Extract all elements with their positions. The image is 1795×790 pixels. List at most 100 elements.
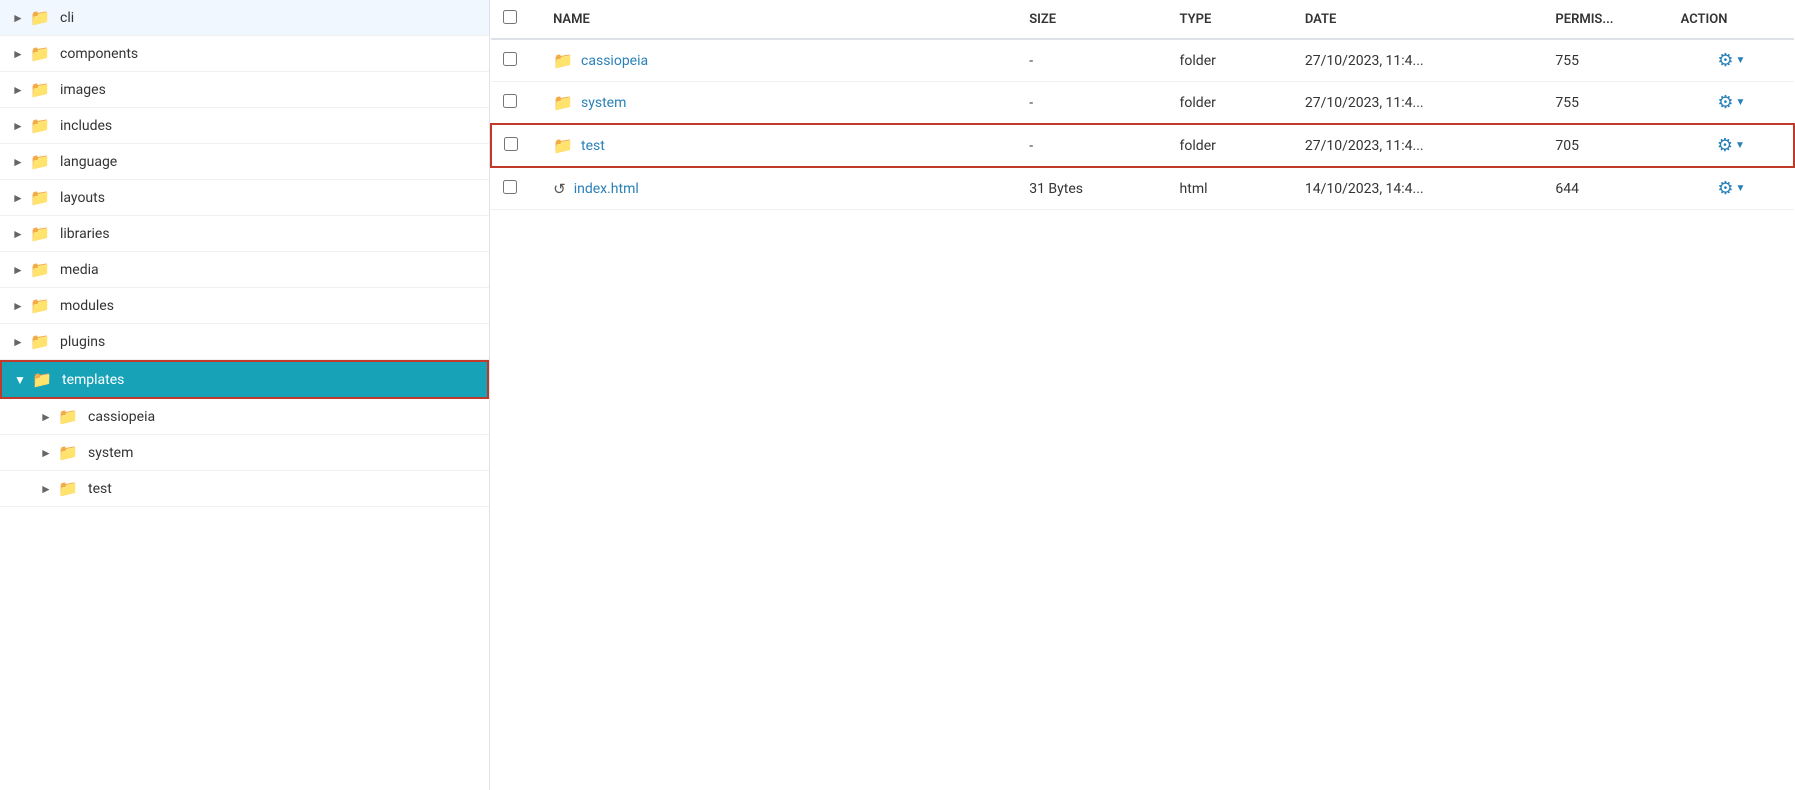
row-permissions-cell: 755 xyxy=(1543,82,1668,125)
sidebar-item-label: cli xyxy=(60,10,74,26)
row-action-cell: ⚙ ▼ xyxy=(1669,167,1794,210)
sidebar-item-system-child[interactable]: ► 📁 system xyxy=(0,435,489,471)
sidebar: ► 📁 cli ► 📁 components ► 📁 images ► 📁 in… xyxy=(0,0,490,790)
chevron-right-icon: ► xyxy=(12,119,30,133)
action-button[interactable]: ⚙ ▼ xyxy=(1717,92,1745,113)
folder-icon: 📁 xyxy=(58,443,80,462)
column-header-type: TYPE xyxy=(1168,0,1293,39)
file-icon: ↺ xyxy=(553,180,566,198)
select-all-checkbox[interactable] xyxy=(503,10,517,24)
row-type-cell: folder xyxy=(1168,124,1293,167)
sidebar-item-plugins[interactable]: ► 📁 plugins xyxy=(0,324,489,360)
row-name-cell: 📁 test xyxy=(541,124,1017,167)
folder-icon: 📁 xyxy=(553,136,573,155)
sidebar-item-libraries[interactable]: ► 📁 libraries xyxy=(0,216,489,252)
action-button[interactable]: ⚙ ▼ xyxy=(1717,178,1745,199)
caret-down-icon: ▼ xyxy=(1735,183,1745,194)
table-row: 📁 cassiopeia - folder 27/10/2023, 11:4..… xyxy=(491,39,1794,82)
folder-icon: 📁 xyxy=(30,188,52,207)
sidebar-item-media[interactable]: ► 📁 media xyxy=(0,252,489,288)
sidebar-item-label: layouts xyxy=(60,190,105,206)
sidebar-item-templates[interactable]: ▼ 📁 templates xyxy=(0,360,489,399)
row-checkbox[interactable] xyxy=(503,180,517,194)
chevron-right-icon: ► xyxy=(12,83,30,97)
row-action-cell: ⚙ ▼ xyxy=(1669,124,1794,167)
folder-icon: 📁 xyxy=(553,93,573,112)
row-name[interactable]: index.html xyxy=(574,181,639,197)
table-row-test: 📁 test - folder 27/10/2023, 11:4... 705 … xyxy=(491,124,1794,167)
row-checkbox[interactable] xyxy=(503,52,517,66)
chevron-right-icon: ► xyxy=(40,446,58,460)
chevron-right-icon: ► xyxy=(40,482,58,496)
file-table: NAME SIZE TYPE DATE PERMIS... ACTION xyxy=(490,0,1795,210)
row-checkbox[interactable] xyxy=(503,94,517,108)
folder-icon: 📁 xyxy=(30,116,52,135)
sidebar-item-includes[interactable]: ► 📁 includes xyxy=(0,108,489,144)
gear-icon: ⚙ xyxy=(1717,92,1733,113)
sidebar-item-images[interactable]: ► 📁 images xyxy=(0,72,489,108)
row-type-cell: folder xyxy=(1168,82,1293,125)
folder-icon: 📁 xyxy=(553,51,573,70)
sidebar-item-label: includes xyxy=(60,118,112,134)
folder-icon: 📁 xyxy=(30,224,52,243)
sidebar-item-cassiopeia-child[interactable]: ► 📁 cassiopeia xyxy=(0,399,489,435)
gear-icon: ⚙ xyxy=(1717,50,1733,71)
sidebar-item-language[interactable]: ► 📁 language xyxy=(0,144,489,180)
action-button[interactable]: ⚙ ▼ xyxy=(1717,50,1745,71)
action-button[interactable]: ⚙ ▼ xyxy=(1717,135,1745,156)
row-name-cell: 📁 system xyxy=(541,82,1017,125)
sidebar-item-layouts[interactable]: ► 📁 layouts xyxy=(0,180,489,216)
row-permissions-cell: 705 xyxy=(1543,124,1668,167)
chevron-down-icon: ▼ xyxy=(14,373,32,387)
sidebar-item-cli[interactable]: ► 📁 cli xyxy=(0,0,489,36)
row-name-cell: 📁 cassiopeia xyxy=(541,39,1017,82)
folder-icon: 📁 xyxy=(30,8,52,27)
row-size-cell: - xyxy=(1017,124,1167,167)
row-name[interactable]: cassiopeia xyxy=(581,53,648,69)
row-action-cell: ⚙ ▼ xyxy=(1669,82,1794,125)
row-checkbox-cell xyxy=(491,124,541,167)
chevron-right-icon: ► xyxy=(40,410,58,424)
sidebar-item-label: language xyxy=(60,154,117,170)
row-type-cell: folder xyxy=(1168,39,1293,82)
folder-icon: 📁 xyxy=(58,479,80,498)
row-date-cell: 27/10/2023, 11:4... xyxy=(1293,39,1544,82)
column-header-permissions: PERMIS... xyxy=(1543,0,1668,39)
row-date-cell: 27/10/2023, 11:4... xyxy=(1293,82,1544,125)
sidebar-item-label: media xyxy=(60,262,99,278)
row-name[interactable]: system xyxy=(581,95,626,111)
chevron-right-icon: ► xyxy=(12,11,30,25)
chevron-right-icon: ► xyxy=(12,299,30,313)
row-type-cell: html xyxy=(1168,167,1293,210)
caret-down-icon: ▼ xyxy=(1735,97,1745,108)
row-date-cell: 14/10/2023, 14:4... xyxy=(1293,167,1544,210)
column-header-size: SIZE xyxy=(1017,0,1167,39)
folder-icon: 📁 xyxy=(30,260,52,279)
chevron-right-icon: ► xyxy=(12,263,30,277)
row-size-cell: - xyxy=(1017,82,1167,125)
column-header-checkbox xyxy=(491,0,541,39)
row-permissions-cell: 755 xyxy=(1543,39,1668,82)
row-checkbox[interactable] xyxy=(504,137,518,151)
row-size-cell: - xyxy=(1017,39,1167,82)
row-checkbox-cell xyxy=(491,167,541,210)
sidebar-item-test-child[interactable]: ► 📁 test xyxy=(0,471,489,507)
folder-icon: 📁 xyxy=(30,332,52,351)
row-name[interactable]: test xyxy=(581,138,605,154)
sidebar-item-label: templates xyxy=(62,372,124,388)
caret-down-icon: ▼ xyxy=(1735,140,1745,151)
sidebar-item-components[interactable]: ► 📁 components xyxy=(0,36,489,72)
folder-icon: 📁 xyxy=(30,80,52,99)
column-header-action: ACTION xyxy=(1669,0,1794,39)
folder-icon: 📁 xyxy=(32,370,54,389)
row-checkbox-cell xyxy=(491,39,541,82)
row-permissions-cell: 644 xyxy=(1543,167,1668,210)
gear-icon: ⚙ xyxy=(1717,178,1733,199)
table-row: 📁 system - folder 27/10/2023, 11:4... 75… xyxy=(491,82,1794,125)
gear-icon: ⚙ xyxy=(1717,135,1733,156)
chevron-right-icon: ► xyxy=(12,155,30,169)
sidebar-item-label: modules xyxy=(60,298,114,314)
sidebar-item-modules[interactable]: ► 📁 modules xyxy=(0,288,489,324)
row-checkbox-cell xyxy=(491,82,541,125)
sidebar-item-label: libraries xyxy=(60,226,110,242)
